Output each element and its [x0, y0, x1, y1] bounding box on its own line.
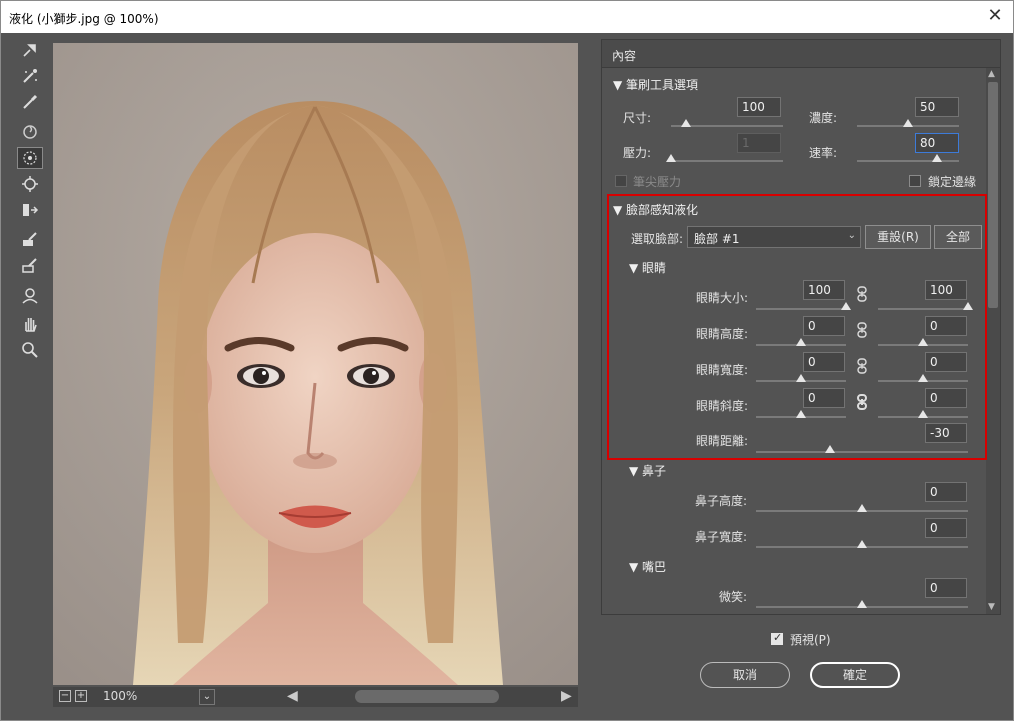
eye-row-label: 眼睛寬度: [696, 363, 749, 377]
size-field[interactable]: 100 [737, 97, 781, 117]
density-slider[interactable] [857, 119, 959, 129]
unlink-icon[interactable] [856, 358, 868, 374]
eye-left-field[interactable]: 100 [803, 280, 845, 300]
scroll-up-icon[interactable]: ▲ [988, 69, 995, 79]
rate-label: 速率: [809, 146, 838, 160]
reset-button[interactable]: 重設(R) [865, 225, 931, 249]
vertical-scrollbar[interactable]: ▲ ▼ [986, 68, 1000, 614]
scroll-thumb[interactable] [988, 82, 998, 308]
canvas-status-bar: − + 100% ⌄ ◀ ▶ [53, 687, 578, 707]
forward-warp-icon[interactable] [17, 39, 43, 61]
unlink-icon[interactable] [856, 322, 868, 338]
eye-right-field[interactable]: 100 [925, 280, 967, 300]
pucker-icon[interactable] [17, 147, 43, 169]
nose-height-field[interactable]: 0 [925, 482, 967, 502]
ok-button[interactable]: 確定 [810, 662, 900, 688]
reset-all-button[interactable]: 全部 [934, 225, 982, 249]
rate-slider[interactable] [857, 154, 959, 164]
unlink-icon[interactable] [856, 286, 868, 302]
select-face-value: 臉部 #1 [694, 232, 740, 246]
smile-field[interactable]: 0 [925, 578, 967, 598]
rate-field[interactable]: 80 [915, 133, 959, 153]
eye-right-slider[interactable] [878, 374, 968, 384]
liquify-dialog: 液化 (小獅步.jpg @ 100%) ✕ − + 100% ⌄ ◀ ▶ 內容 … [0, 0, 1014, 721]
eye-right-slider[interactable] [878, 302, 973, 312]
eye-distance-label: 眼睛距離: [696, 434, 749, 448]
eye-left-slider[interactable] [756, 302, 851, 312]
nose-width-slider[interactable] [756, 540, 968, 550]
select-face-label: 選取臉部: [631, 232, 684, 246]
face-tool-icon[interactable] [17, 285, 43, 307]
preview-label: 預視(P) [790, 633, 831, 647]
eye-distance-field[interactable]: -30 [925, 423, 967, 443]
close-icon[interactable]: ✕ [985, 7, 1005, 27]
pressure-label: 壓力: [623, 146, 652, 160]
chevron-down-icon: ⌄ [847, 230, 856, 241]
title-bar: 液化 (小獅步.jpg @ 100%) ✕ [1, 1, 1013, 33]
nose-width-label: 鼻子寬度: [695, 530, 748, 544]
link-icon[interactable] [856, 394, 868, 410]
pressure-slider[interactable] [666, 154, 783, 164]
portrait-image [53, 43, 578, 685]
scroll-right-icon[interactable]: ▶ [561, 688, 572, 704]
eye-row-label: 眼睛大小: [696, 291, 749, 305]
density-field[interactable]: 50 [915, 97, 959, 117]
eyes-header[interactable]: ▼ 眼睛 [629, 259, 666, 276]
eye-right-field[interactable]: 0 [925, 316, 967, 336]
smooth-icon[interactable] [17, 91, 43, 113]
pen-pressure-label: 筆尖壓力 [633, 175, 682, 189]
preview-checkbox[interactable] [771, 631, 783, 645]
eye-distance-slider[interactable] [756, 445, 968, 455]
eye-left-slider[interactable] [756, 338, 846, 348]
zoom-in-button[interactable]: + [75, 690, 87, 702]
select-face-dropdown[interactable]: 臉部 #1 ⌄ [687, 226, 861, 248]
nose-header[interactable]: ▼ 鼻子 [629, 462, 666, 479]
zoom-out-button[interactable]: − [59, 690, 71, 702]
density-label: 濃度: [809, 111, 838, 125]
eye-row-label: 眼睛高度: [696, 327, 749, 341]
window-title: 液化 (小獅步.jpg @ 100%) [9, 12, 159, 26]
eye-right-field[interactable]: 0 [925, 352, 967, 372]
eye-left-field[interactable]: 0 [803, 352, 845, 372]
zoom-level-field[interactable]: 100% [99, 689, 199, 705]
twirl-icon[interactable] [17, 121, 43, 143]
thaw-mask-icon[interactable] [17, 255, 43, 277]
freeze-mask-icon[interactable] [17, 229, 43, 251]
nose-width-field[interactable]: 0 [925, 518, 967, 538]
pressure-field[interactable]: 1 [737, 133, 781, 153]
eye-left-slider[interactable] [756, 410, 846, 420]
tool-strip [13, 39, 47, 369]
eye-left-slider[interactable] [756, 374, 846, 384]
eye-right-slider[interactable] [878, 338, 968, 348]
pin-edges-checkbox[interactable] [909, 175, 921, 187]
reconstruct-icon[interactable] [17, 65, 43, 87]
eye-left-field[interactable]: 0 [803, 388, 845, 408]
brush-options-header[interactable]: ▼ 筆刷工具選項 [613, 76, 698, 93]
face-aware-header[interactable]: ▼ 臉部感知液化 [613, 201, 698, 218]
eye-right-slider[interactable] [878, 410, 968, 420]
image-canvas[interactable] [53, 43, 578, 685]
scroll-left-icon[interactable]: ◀ [287, 688, 298, 704]
smile-label: 微笑: [719, 590, 748, 604]
eye-row-label: 眼睛斜度: [696, 399, 749, 413]
smile-slider[interactable] [756, 600, 968, 610]
bloat-icon[interactable] [17, 173, 43, 195]
zoom-icon[interactable] [17, 339, 43, 361]
eye-left-field[interactable]: 0 [803, 316, 845, 336]
panel-title: 內容 [602, 40, 1000, 68]
nose-height-slider[interactable] [756, 504, 968, 514]
nose-height-label: 鼻子高度: [695, 494, 748, 508]
mouth-header[interactable]: ▼ 嘴巴 [629, 558, 666, 575]
size-slider[interactable] [671, 119, 783, 129]
horizontal-scrollbar[interactable] [355, 690, 499, 703]
push-left-icon[interactable] [17, 199, 43, 221]
size-label: 尺寸: [623, 111, 652, 125]
hand-icon[interactable] [17, 313, 43, 335]
pen-pressure-checkbox[interactable] [615, 175, 627, 187]
cancel-button[interactable]: 取消 [700, 662, 790, 688]
pin-edges-label: 鎖定邊緣 [928, 175, 977, 189]
eye-right-field[interactable]: 0 [925, 388, 967, 408]
chevron-down-icon[interactable]: ⌄ [199, 689, 215, 705]
scroll-down-icon[interactable]: ▼ [988, 602, 995, 612]
